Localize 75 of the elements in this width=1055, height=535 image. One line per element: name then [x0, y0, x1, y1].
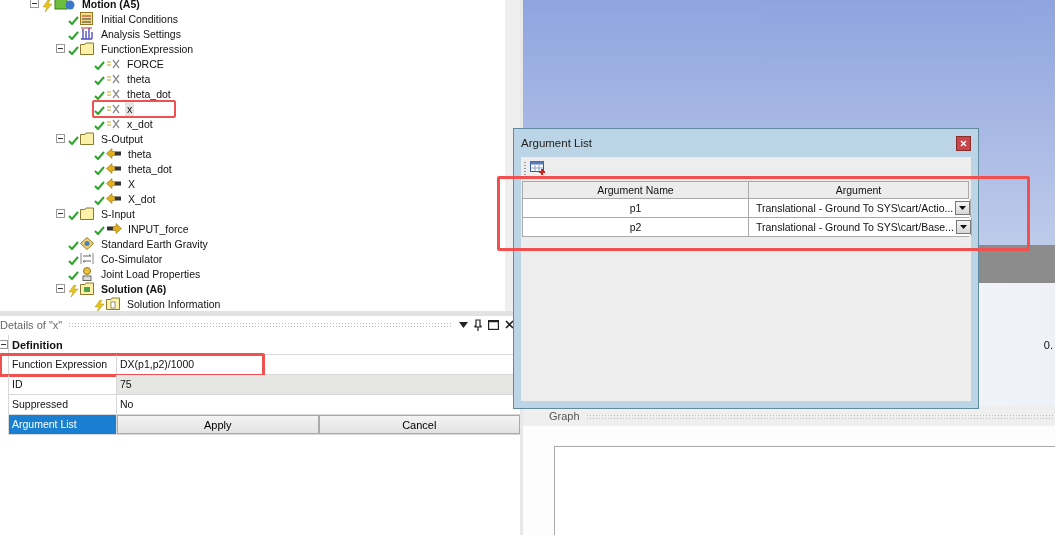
function-icon — [106, 103, 120, 114]
function-icon — [106, 118, 120, 129]
dropdown-button[interactable] — [955, 220, 971, 234]
tree-item[interactable]: X — [126, 176, 137, 191]
tree-item[interactable]: Solution Information — [125, 296, 223, 311]
tree-item[interactable]: Initial Conditions — [99, 11, 181, 26]
function-icon — [106, 73, 120, 84]
expand-toggle-icon[interactable] — [56, 209, 65, 218]
dialog-button[interactable]: Cancel — [318, 415, 520, 434]
table-icon — [80, 12, 93, 25]
tree-item[interactable]: FunctionExpression — [99, 41, 196, 56]
caret-icon — [959, 225, 967, 229]
scale-label: 0. — [1043, 338, 1053, 351]
add-row-icon[interactable] — [530, 161, 547, 175]
dialog-title: Argument List — [521, 137, 592, 149]
function-icon — [106, 88, 120, 99]
folder-icon — [80, 132, 94, 145]
tree-item[interactable]: Joint Load Properties — [99, 266, 203, 281]
panel-title: Details of "x" — [0, 318, 63, 331]
info-icon — [106, 297, 120, 310]
tree-item[interactable]: theta — [125, 71, 153, 86]
tree-item[interactable]: theta_dot — [125, 86, 173, 101]
table-cell: Translational - Ground To SYS\cart/Base... — [756, 221, 954, 233]
tree-item[interactable]: theta — [126, 146, 154, 161]
expand-toggle-icon[interactable] — [30, 0, 39, 8]
joint-icon — [80, 266, 94, 281]
tree-item[interactable]: theta_dot — [126, 161, 174, 176]
tree-item[interactable]: Motion (A5) — [80, 0, 142, 11]
column-header: Argument Name — [523, 182, 749, 198]
dialog-button[interactable]: Apply — [117, 415, 319, 434]
tree-item[interactable]: x — [125, 101, 135, 116]
table-cell: Translational - Ground To SYS\cart/Actio... — [756, 202, 954, 214]
caret-icon — [959, 206, 967, 210]
table-cell: p1 — [523, 199, 749, 217]
dropdown-icon[interactable] — [459, 321, 468, 328]
arrow-left-icon — [106, 148, 122, 159]
collapse-toggle-icon[interactable] — [0, 340, 8, 349]
pin-icon[interactable] — [474, 318, 482, 331]
tree-item[interactable]: Analysis Settings — [99, 26, 183, 41]
arrow-left-icon — [106, 178, 122, 189]
tree-item[interactable]: FORCE — [125, 56, 166, 71]
tree-item[interactable]: INPUT_force — [126, 221, 191, 236]
gravity-icon — [80, 237, 94, 250]
chart-icon — [80, 27, 93, 40]
tree-item[interactable]: Solution (A6) — [99, 281, 169, 296]
arrow-left-icon — [106, 193, 122, 204]
property-label: Function Expression — [9, 355, 117, 374]
function-icon — [106, 58, 120, 69]
property-label: Suppressed — [9, 395, 117, 414]
tree-item[interactable]: x_dot — [125, 116, 155, 131]
tree-item[interactable]: X_dot — [126, 191, 158, 206]
model-icon — [54, 0, 76, 10]
table-cell: p2 — [523, 218, 749, 236]
folder-icon — [80, 42, 94, 55]
tree-item[interactable]: S-Input — [99, 206, 137, 221]
arrow-left-icon — [106, 163, 122, 174]
folder-icon — [80, 282, 94, 295]
section-heading: Definition — [11, 338, 63, 351]
folder-icon — [80, 207, 94, 220]
expand-toggle-icon[interactable] — [56, 44, 65, 53]
close-button[interactable] — [956, 135, 971, 151]
close-icon[interactable] — [505, 320, 514, 329]
column-header: Argument — [749, 182, 969, 198]
tree-item[interactable]: S-Output — [99, 131, 146, 146]
expand-toggle-icon[interactable] — [56, 284, 65, 293]
arrow-right-icon — [106, 223, 122, 234]
tree-item[interactable]: Standard Earth Gravity — [99, 236, 210, 251]
maximize-icon[interactable] — [488, 319, 499, 330]
dropdown-button[interactable] — [955, 201, 971, 215]
expand-toggle-icon[interactable] — [56, 134, 65, 143]
exchange-arrows-icon — [80, 252, 94, 265]
panel-title: Graph — [549, 410, 580, 422]
property-label[interactable]: Argument List — [9, 415, 117, 434]
tree-item[interactable]: Co-Simulator — [99, 251, 165, 266]
close-icon — [960, 139, 967, 147]
